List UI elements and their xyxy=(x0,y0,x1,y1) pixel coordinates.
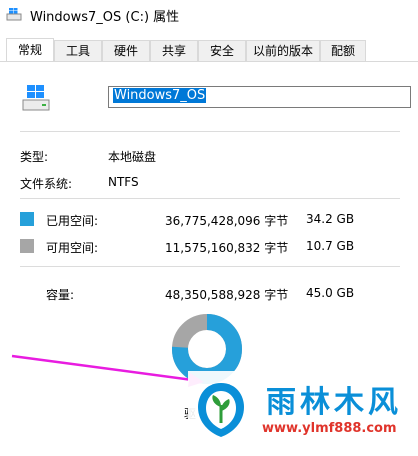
type-value: 本地磁盘 xyxy=(108,150,157,164)
tab-hardware[interactable]: 硬件 xyxy=(102,40,150,61)
watermark: 雨林木风 www.ylmf888.com xyxy=(188,371,418,455)
window-title: Windows7_OS (C:) 属性 xyxy=(30,10,180,25)
free-space-swatch xyxy=(20,239,34,253)
used-space-bytes: 36,775,428,096 字节 xyxy=(165,214,289,228)
title-bar: Windows7_OS (C:) 属性 xyxy=(0,0,418,32)
tab-bar: 常规 工具 硬件 共享 安全 以前的版本 配额 xyxy=(0,38,418,62)
type-label: 类型: xyxy=(20,150,49,164)
ylmf-logo-icon xyxy=(198,383,244,437)
tab-previous-versions[interactable]: 以前的版本 xyxy=(246,40,320,61)
separator xyxy=(20,131,400,132)
watermark-url: www.ylmf888.com xyxy=(262,421,397,436)
tab-quota[interactable]: 配额 xyxy=(320,40,366,61)
capacity-label: 容量: xyxy=(46,288,75,302)
drive-icon xyxy=(6,8,22,21)
free-space-label: 可用空间: xyxy=(46,241,99,255)
drive-name-value: Windows7_OS xyxy=(113,88,207,103)
drive-large-icon xyxy=(22,85,50,111)
tab-general[interactable]: 常规 xyxy=(6,38,54,61)
used-space-swatch xyxy=(20,212,34,226)
separator xyxy=(20,198,400,199)
filesystem-value: NTFS xyxy=(108,175,139,189)
capacity-bytes: 48,350,588,928 字节 xyxy=(165,288,289,302)
tab-sharing[interactable]: 共享 xyxy=(150,40,198,61)
drive-name-input[interactable]: Windows7_OS xyxy=(108,86,411,108)
watermark-title: 雨林木风 xyxy=(266,385,402,420)
separator xyxy=(20,266,400,267)
capacity-gb: 45.0 GB xyxy=(306,286,355,300)
tab-security[interactable]: 安全 xyxy=(198,40,246,61)
used-space-label: 已用空间: xyxy=(46,214,99,228)
filesystem-label: 文件系统: xyxy=(20,177,73,191)
free-space-bytes: 11,575,160,832 字节 xyxy=(165,241,289,255)
used-space-gb: 34.2 GB xyxy=(306,212,355,226)
free-space-gb: 10.7 GB xyxy=(306,239,355,253)
tab-tools[interactable]: 工具 xyxy=(54,40,102,61)
